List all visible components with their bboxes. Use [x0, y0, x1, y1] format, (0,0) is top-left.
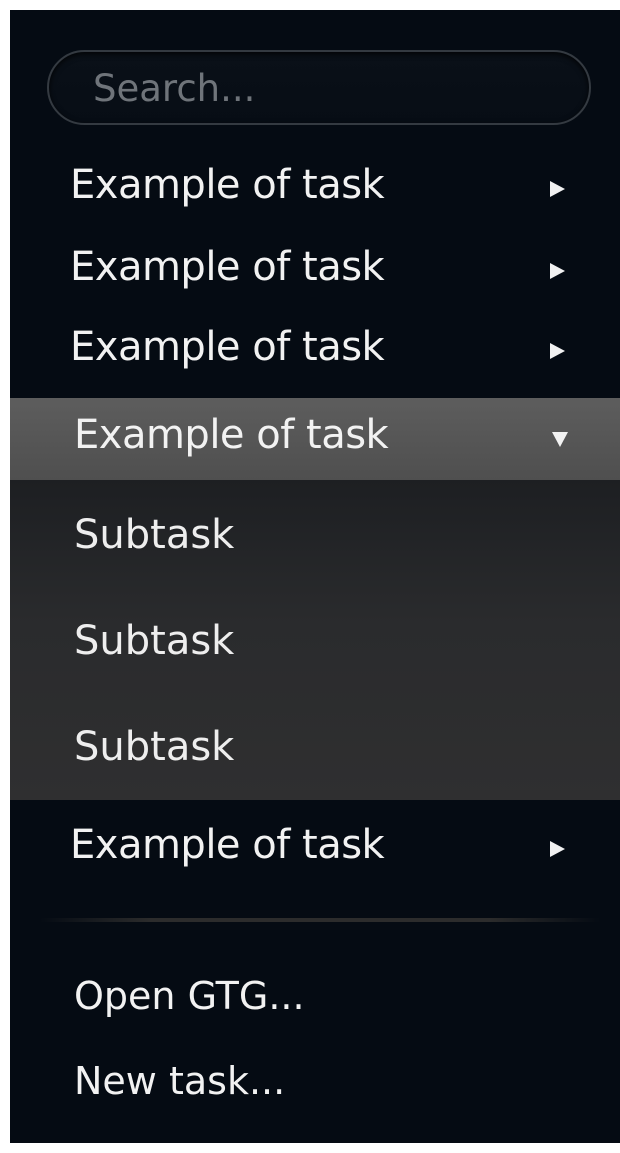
- task-label: Example of task: [70, 244, 385, 290]
- task-item[interactable]: Example of task: [10, 312, 620, 392]
- triangle-right-icon: [550, 343, 565, 359]
- open-gtg-label: Open GTG...: [74, 974, 305, 1018]
- subtask-item[interactable]: Subtask: [10, 490, 620, 580]
- triangle-right-icon: [550, 841, 565, 857]
- triangle-right-icon: [550, 181, 565, 197]
- triangle-down-icon: [552, 432, 568, 447]
- subtask-panel: Subtask Subtask Subtask: [10, 480, 620, 800]
- subtask-label: Subtask: [74, 512, 235, 558]
- task-item[interactable]: Example of task: [10, 810, 620, 890]
- task-label: Example of task: [70, 162, 385, 208]
- task-label: Example of task: [70, 324, 385, 370]
- triangle-right-icon: [550, 263, 565, 279]
- subtask-label: Subtask: [74, 724, 235, 770]
- open-gtg-item[interactable]: Open GTG...: [10, 960, 620, 1042]
- search-box[interactable]: [47, 50, 591, 125]
- subtask-item[interactable]: Subtask: [10, 596, 620, 686]
- subtask-label: Subtask: [74, 618, 235, 664]
- search-input[interactable]: [93, 60, 553, 116]
- task-label: Example of task: [70, 822, 385, 868]
- subtask-item[interactable]: Subtask: [10, 702, 620, 792]
- new-task-item[interactable]: New task...: [10, 1045, 620, 1127]
- task-item[interactable]: Example of task: [10, 232, 620, 312]
- task-item[interactable]: Example of task: [10, 150, 620, 230]
- task-menu: Example of task Example of task Example …: [10, 10, 620, 1143]
- task-item-expanded[interactable]: Example of task: [10, 398, 620, 480]
- task-label: Example of task: [74, 412, 389, 458]
- menu-separator: [40, 918, 600, 922]
- new-task-label: New task...: [74, 1059, 286, 1103]
